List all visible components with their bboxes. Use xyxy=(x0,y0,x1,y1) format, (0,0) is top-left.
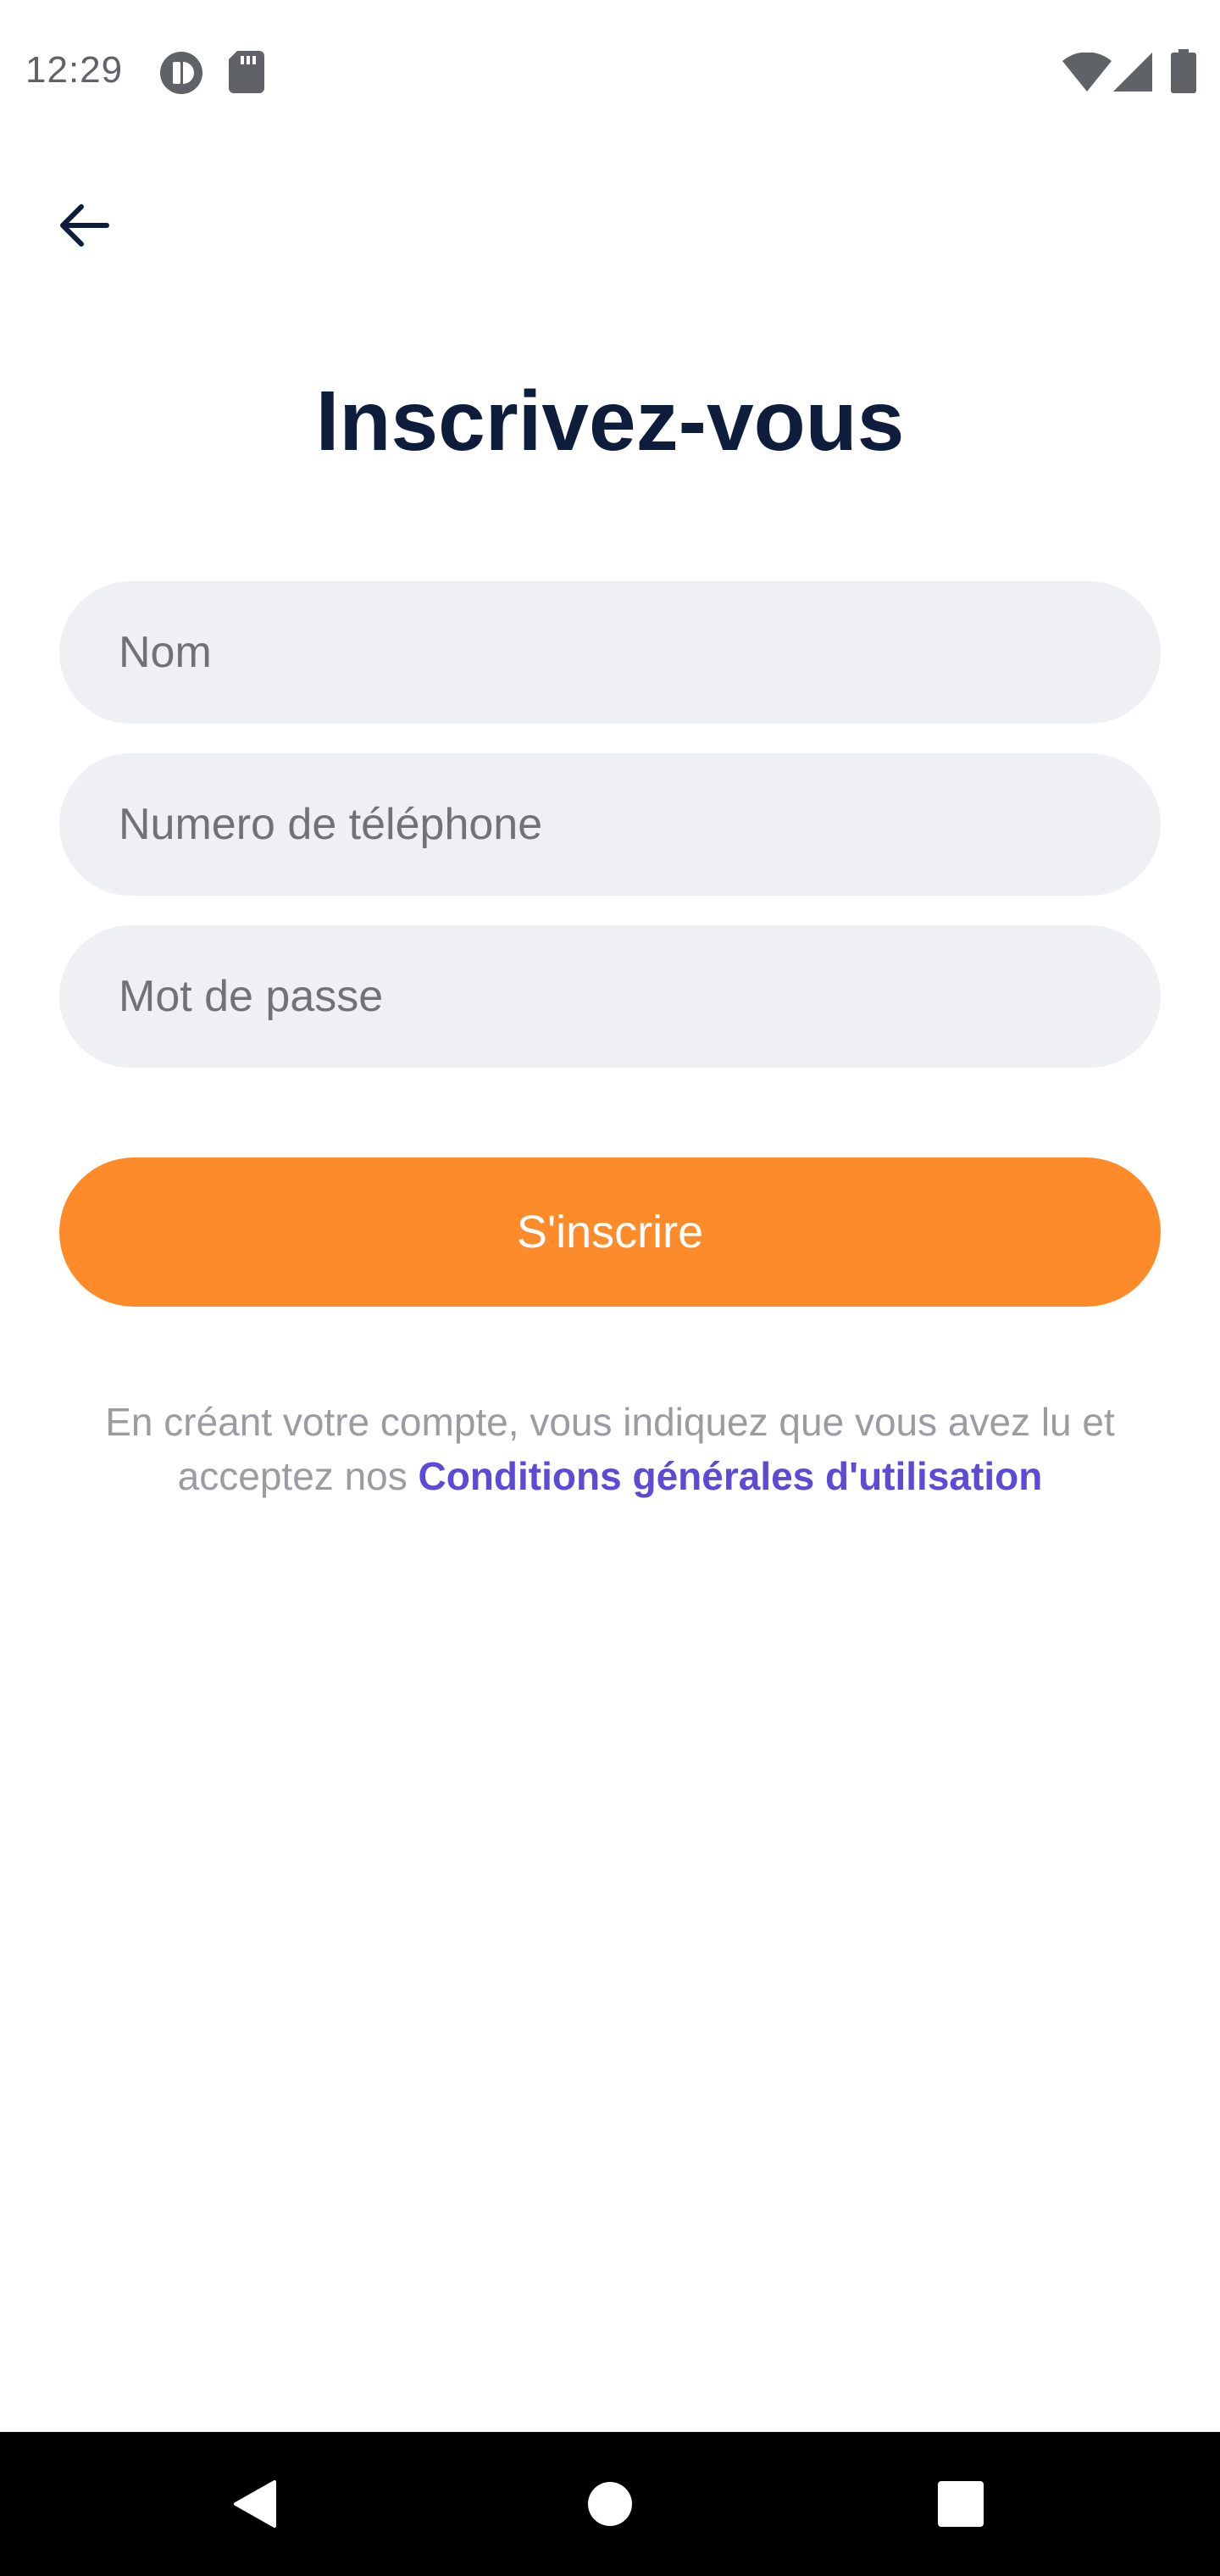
page-title: Inscrivez-vous xyxy=(315,374,905,469)
nav-back-button[interactable] xyxy=(195,2432,313,2576)
nav-home-button[interactable] xyxy=(551,2432,669,2576)
signup-button[interactable]: S'inscrire xyxy=(59,1158,1161,1307)
terms-text: En créant votre compte, vous indiquez qu… xyxy=(51,1395,1169,1503)
phone-field[interactable] xyxy=(59,753,1161,896)
status-bar: 12:29 xyxy=(0,0,1220,144)
terms-link[interactable]: Conditions générales d'utilisation xyxy=(419,1454,1043,1498)
signup-screen: 12:29 Inscrivez-vous Nom Numero de télép… xyxy=(0,0,1220,2576)
back-triangle-icon xyxy=(234,2480,276,2528)
password-field[interactable] xyxy=(59,925,1161,1068)
cell-signal-icon xyxy=(1113,53,1152,92)
name-field[interactable] xyxy=(59,581,1161,724)
battery-icon xyxy=(1171,49,1196,93)
nav-recents-button[interactable] xyxy=(901,2432,1020,2576)
system-nav-bar xyxy=(0,2432,1220,2576)
home-circle-icon xyxy=(588,2482,632,2526)
arrow-left-icon xyxy=(60,204,109,247)
status-time: 12:29 xyxy=(25,49,124,91)
wifi-icon xyxy=(1062,53,1112,92)
back-button[interactable] xyxy=(41,183,125,268)
app-circle-icon xyxy=(160,52,202,94)
recents-square-icon xyxy=(938,2481,984,2527)
sd-card-icon xyxy=(229,51,264,93)
